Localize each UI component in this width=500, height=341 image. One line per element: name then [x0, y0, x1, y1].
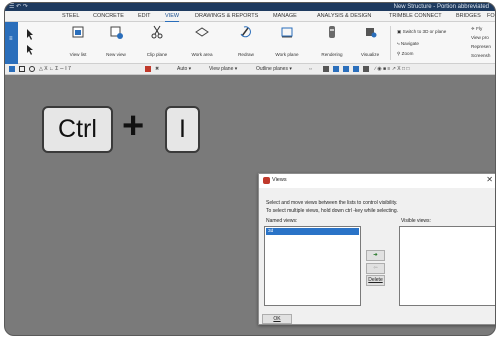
clip-plane-label: Clip plane	[146, 52, 168, 57]
visible-views-list[interactable]	[399, 226, 495, 306]
ribbon: ≡ View list New view Clip plane Work are…	[5, 22, 495, 64]
panel-icon: ≡	[9, 36, 13, 42]
visible-views-label: Visible views:	[401, 218, 431, 224]
tab-concrete[interactable]: CONCRETE	[93, 12, 124, 21]
zoom-button[interactable]: ⚲ Zoom	[397, 51, 413, 57]
navigate-button[interactable]: ⤷ Navigate	[397, 41, 419, 46]
clip-plane-button[interactable]: Clip plane	[141, 24, 173, 57]
snap-symbols-icon[interactable]: ⇔	[308, 65, 313, 74]
tekla-app-icon	[263, 177, 270, 184]
visualize-button[interactable]: Visualize	[355, 24, 385, 57]
tab-drawings-reports[interactable]: DRAWINGS & REPORTS	[195, 12, 258, 21]
ok-label: OK	[273, 316, 281, 322]
snap-more-icon[interactable]: ∕ ◉ ■ ≡ ↗ X □ □	[375, 65, 409, 74]
grid-icon[interactable]	[9, 66, 15, 72]
fly-button[interactable]: ✈ Fly	[471, 26, 482, 32]
work-plane-label: Work plane	[275, 52, 299, 57]
work-plane-icon	[281, 27, 293, 38]
snap-icon[interactable]	[363, 66, 369, 72]
redraw-label: Redraw	[238, 52, 254, 57]
i-key-cap: I	[165, 106, 200, 153]
switch-3d-plane-button[interactable]: ▣ Switch to 3D or plane	[397, 29, 446, 35]
rectangle-icon[interactable]	[19, 66, 25, 72]
close-icon[interactable]: ✕	[486, 175, 493, 184]
view-properties-button[interactable]: View pro	[471, 35, 489, 40]
ctrl-key-cap: Ctrl	[42, 106, 113, 153]
view-list-label: View list	[69, 52, 87, 57]
ribbon-side-panel[interactable]: ≡	[5, 22, 18, 64]
select-tool-icon[interactable]	[25, 27, 37, 57]
new-view-icon	[110, 26, 123, 39]
tab-analysis-design[interactable]: ANALYSIS & DESIGN	[317, 12, 371, 21]
tab-fo[interactable]: FO	[487, 12, 495, 21]
work-area-label: Work area	[191, 52, 213, 57]
snap-tools-icon[interactable]: △ X ∟ Σ ∼ I 7	[39, 65, 71, 74]
ribbon-tabs: STEEL CONCRETE EDIT VIEW DRAWINGS & REPO…	[5, 11, 495, 23]
snap-icon[interactable]	[343, 66, 349, 72]
tab-bridges[interactable]: BRIDGES	[456, 12, 481, 21]
view-list-icon	[72, 26, 84, 38]
delete-button[interactable]: Delete	[366, 275, 385, 286]
ribbon-separator	[390, 26, 391, 60]
scissors-icon	[151, 25, 163, 39]
ok-button[interactable]: OK	[262, 314, 292, 324]
screenshot-button[interactable]: Screensh	[471, 53, 490, 58]
instruction-text-line1: Select and move views between the lists …	[266, 200, 398, 206]
snap-icon[interactable]	[323, 66, 329, 72]
circle-icon[interactable]	[29, 66, 35, 72]
tab-steel[interactable]: STEEL	[62, 12, 79, 21]
tab-trimble-connect[interactable]: TRIMBLE CONNECT	[389, 12, 442, 21]
tab-manage[interactable]: MANAGE	[273, 12, 297, 21]
visualize-icon	[366, 28, 377, 38]
dialog-title-bar: Views ✕	[259, 174, 495, 188]
plus-sign: +	[122, 105, 145, 147]
snap-icon[interactable]	[353, 66, 359, 72]
visualize-label: Visualize	[360, 52, 380, 57]
outline-planes-select[interactable]: Outline planes ▾	[256, 65, 292, 74]
close-x-icon[interactable]: ✖	[155, 65, 159, 74]
views-dialog: Views ✕ Select and move views between th…	[258, 173, 495, 325]
snap-icon[interactable]	[333, 66, 339, 72]
quick-toolbar: △ X ∟ Σ ∼ I 7 ✖ Auto ▾ View plane ▾ Outl…	[5, 64, 495, 75]
view-plane-select[interactable]: View plane ▾	[209, 65, 237, 74]
new-view-button[interactable]: New view	[101, 24, 131, 57]
delete-label: Delete	[368, 277, 383, 283]
rendering-button[interactable]: Rendering	[317, 24, 347, 57]
rendering-icon	[329, 26, 335, 38]
named-views-list[interactable]: 3d	[264, 226, 361, 306]
work-area-button[interactable]: Work area	[185, 24, 219, 57]
view-list-button[interactable]: View list	[63, 24, 93, 57]
quick-access-toolbar[interactable]: ☰ ↶ ↷	[9, 3, 39, 11]
auto-select[interactable]: Auto ▾	[177, 65, 191, 74]
title-bar: ☰ ↶ ↷ New Structure - Portion abbreviate…	[5, 3, 495, 11]
representation-button[interactable]: Represen	[471, 44, 491, 49]
redraw-icon	[240, 26, 251, 38]
tab-edit[interactable]: EDIT	[138, 12, 151, 21]
dialog-title: Views	[272, 177, 287, 183]
list-item[interactable]: 3d	[266, 228, 359, 235]
move-left-button[interactable]: ⇦	[366, 263, 385, 274]
new-view-label: New view	[106, 52, 126, 57]
work-plane-button[interactable]: Work plane	[271, 24, 303, 57]
rendering-label: Rendering	[321, 52, 343, 57]
application-window: ☰ ↶ ↷ New Structure - Portion abbreviate…	[4, 2, 496, 336]
instruction-text-line2: To select multiple views, hold down ctrl…	[266, 208, 398, 214]
move-right-button[interactable]: ➔	[366, 250, 385, 261]
work-area-icon	[195, 27, 209, 37]
stop-icon[interactable]	[145, 66, 151, 72]
named-views-label: Named views:	[266, 218, 298, 224]
redraw-button[interactable]: Redraw	[231, 24, 261, 57]
window-title: New Structure - Portion abbreviated	[393, 4, 489, 10]
